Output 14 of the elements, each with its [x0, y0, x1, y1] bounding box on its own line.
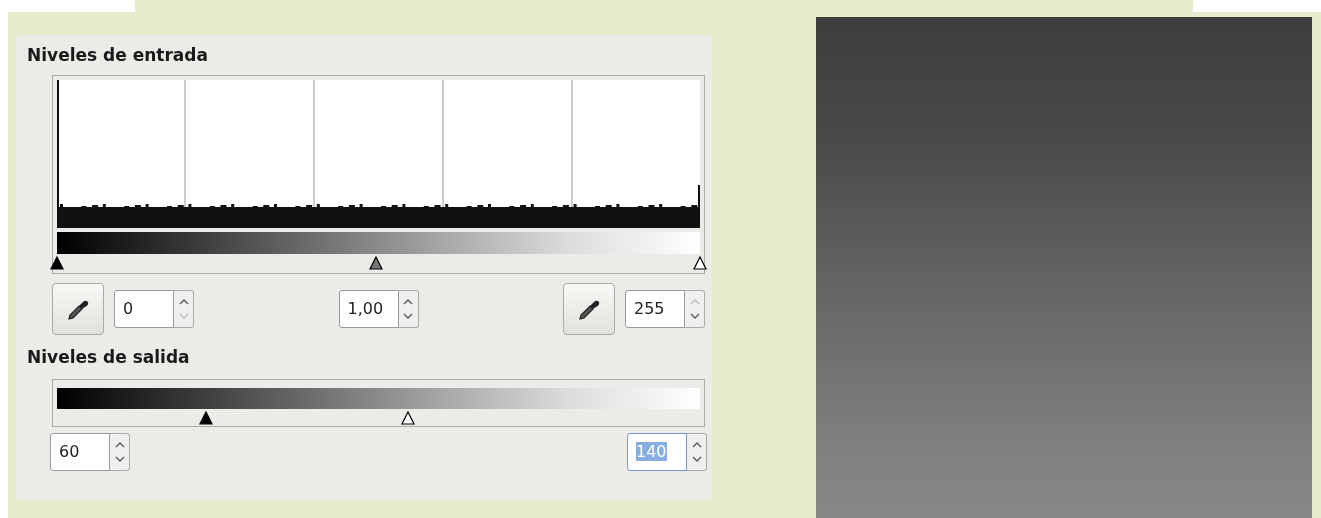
low-point-handle[interactable]: [50, 256, 64, 270]
midtone-handle[interactable]: [368, 256, 383, 270]
number-field[interactable]: 255: [625, 290, 685, 328]
section-heading: Niveles de entrada: [27, 44, 209, 67]
spin-buttons[interactable]: [110, 433, 130, 471]
section-heading: Niveles de salida: [27, 346, 191, 369]
high-point-handle[interactable]: [693, 256, 707, 270]
number-field[interactable]: 1,00: [338, 290, 399, 328]
spin-buttons[interactable]: [398, 290, 419, 328]
eyedropper-button[interactable]: [52, 283, 104, 335]
number-field[interactable]: 0: [114, 290, 174, 328]
spin-buttons[interactable]: [687, 433, 707, 471]
eyedropper-button[interactable]: [563, 283, 615, 335]
number-field[interactable]: 60: [50, 433, 110, 471]
